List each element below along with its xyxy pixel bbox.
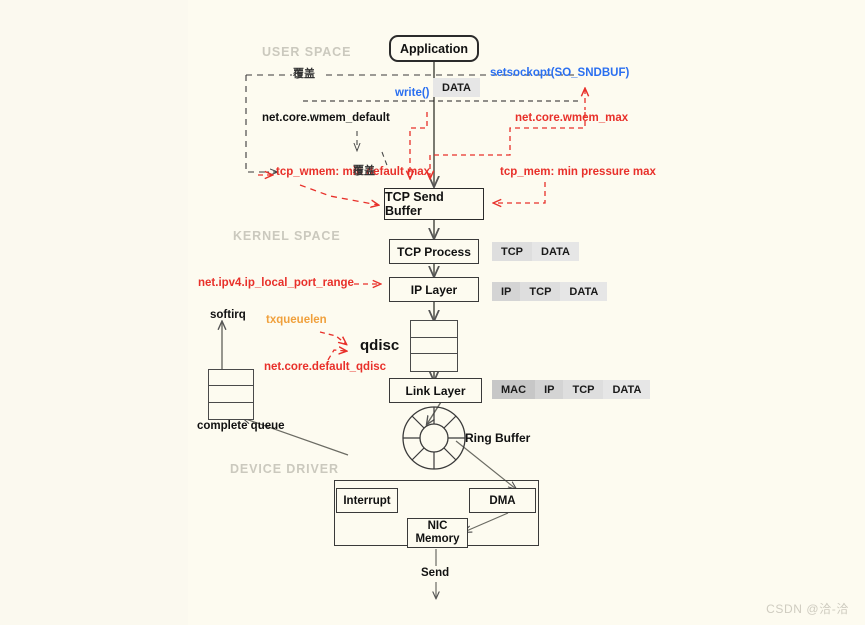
complete-queue[interactable] <box>208 369 254 420</box>
annotation-override-top: 覆盖 <box>293 68 315 80</box>
diagram-canvas: USER SPACE KERNEL SPACE DEVICE DRIVER Ap… <box>0 0 865 625</box>
node-interrupt[interactable]: Interrupt <box>336 488 398 513</box>
annotation-txqueuelen: txqueuelen <box>266 314 327 326</box>
annotation-write-call: write() <box>395 87 430 99</box>
annotation-wmem-default: net.core.wmem_default <box>262 112 390 124</box>
qdisc-queue-cell <box>411 338 457 355</box>
annotation-default-qdisc: net.core.default_qdisc <box>264 361 387 373</box>
chip-tcp: TCP <box>563 380 604 399</box>
node-nic-memory[interactable]: NIC Memory NIC Memory <box>407 518 468 548</box>
annotation-ring-buffer: Ring Buffer <box>465 431 531 445</box>
node-link-layer[interactable]: Link Layer <box>389 378 482 403</box>
node-nic-memory-line2: Memory <box>415 533 460 545</box>
chip-data: DATA <box>532 242 579 261</box>
chip-data: DATA <box>433 78 480 97</box>
chip-ip: IP <box>535 380 564 399</box>
chips-data: DATA <box>433 78 480 97</box>
annotation-tcp-mem: tcp_mem: min pressure max <box>500 166 656 178</box>
node-tcp-process-label: TCP Process <box>397 244 471 259</box>
complete-queue-cell <box>209 370 253 387</box>
chip-data: DATA <box>560 282 608 301</box>
annotation-override-mid: 覆盖 <box>353 165 375 177</box>
node-tcp-send-buffer[interactable]: TCP Send Buffer <box>384 188 484 220</box>
node-ip-layer-label: IP Layer <box>410 282 458 297</box>
node-application-label: Application <box>399 41 469 56</box>
section-label-user-space: USER SPACE <box>262 45 352 59</box>
chip-tcp: TCP <box>492 242 532 261</box>
annotation-complete-queue: complete queue <box>197 420 285 432</box>
node-link-layer-label: Link Layer <box>405 383 466 398</box>
annotation-wmem-max: net.core.wmem_max <box>515 112 629 124</box>
watermark: CSDN @洽-洽 <box>766 602 849 616</box>
chips-tcp: TCP DATA <box>492 242 579 261</box>
node-ip-layer[interactable]: IP Layer <box>389 277 479 302</box>
chip-mac: MAC <box>492 380 536 399</box>
complete-queue-cell <box>209 403 253 419</box>
qdisc-queue-cell <box>411 321 457 338</box>
annotation-qdisc: qdisc <box>360 337 400 354</box>
chips-ip: IP TCP DATA <box>492 282 608 301</box>
node-nic-memory-line1: NIC <box>427 519 448 532</box>
node-tcp-send-buffer-label: TCP Send Buffer <box>385 190 444 218</box>
node-tcp-process[interactable]: TCP Process <box>389 239 479 264</box>
chips-mac: MAC IP TCP DATA <box>492 380 651 399</box>
annotation-softirq: softirq <box>210 309 246 321</box>
node-application[interactable]: Application <box>389 35 479 62</box>
ring-buffer-icon <box>402 406 466 470</box>
annotation-ip-local-port-range: net.ipv4.ip_local_port_range <box>198 277 354 289</box>
annotation-send: Send <box>421 567 450 579</box>
section-label-kernel-space: KERNEL SPACE <box>233 229 341 243</box>
qdisc-queue-cell <box>411 354 457 371</box>
node-interrupt-label: Interrupt <box>343 494 391 507</box>
chip-data: DATA <box>603 380 651 399</box>
chip-tcp: TCP <box>520 282 561 301</box>
chip-ip: IP <box>492 282 521 301</box>
section-label-device-driver: DEVICE DRIVER <box>230 462 339 476</box>
node-dma-label: DMA <box>489 494 516 507</box>
node-dma[interactable]: DMA <box>469 488 536 513</box>
annotation-setsockopt: setsockopt(SO_SNDBUF) <box>490 67 630 79</box>
qdisc-queue[interactable] <box>410 320 458 372</box>
complete-queue-cell <box>209 386 253 403</box>
